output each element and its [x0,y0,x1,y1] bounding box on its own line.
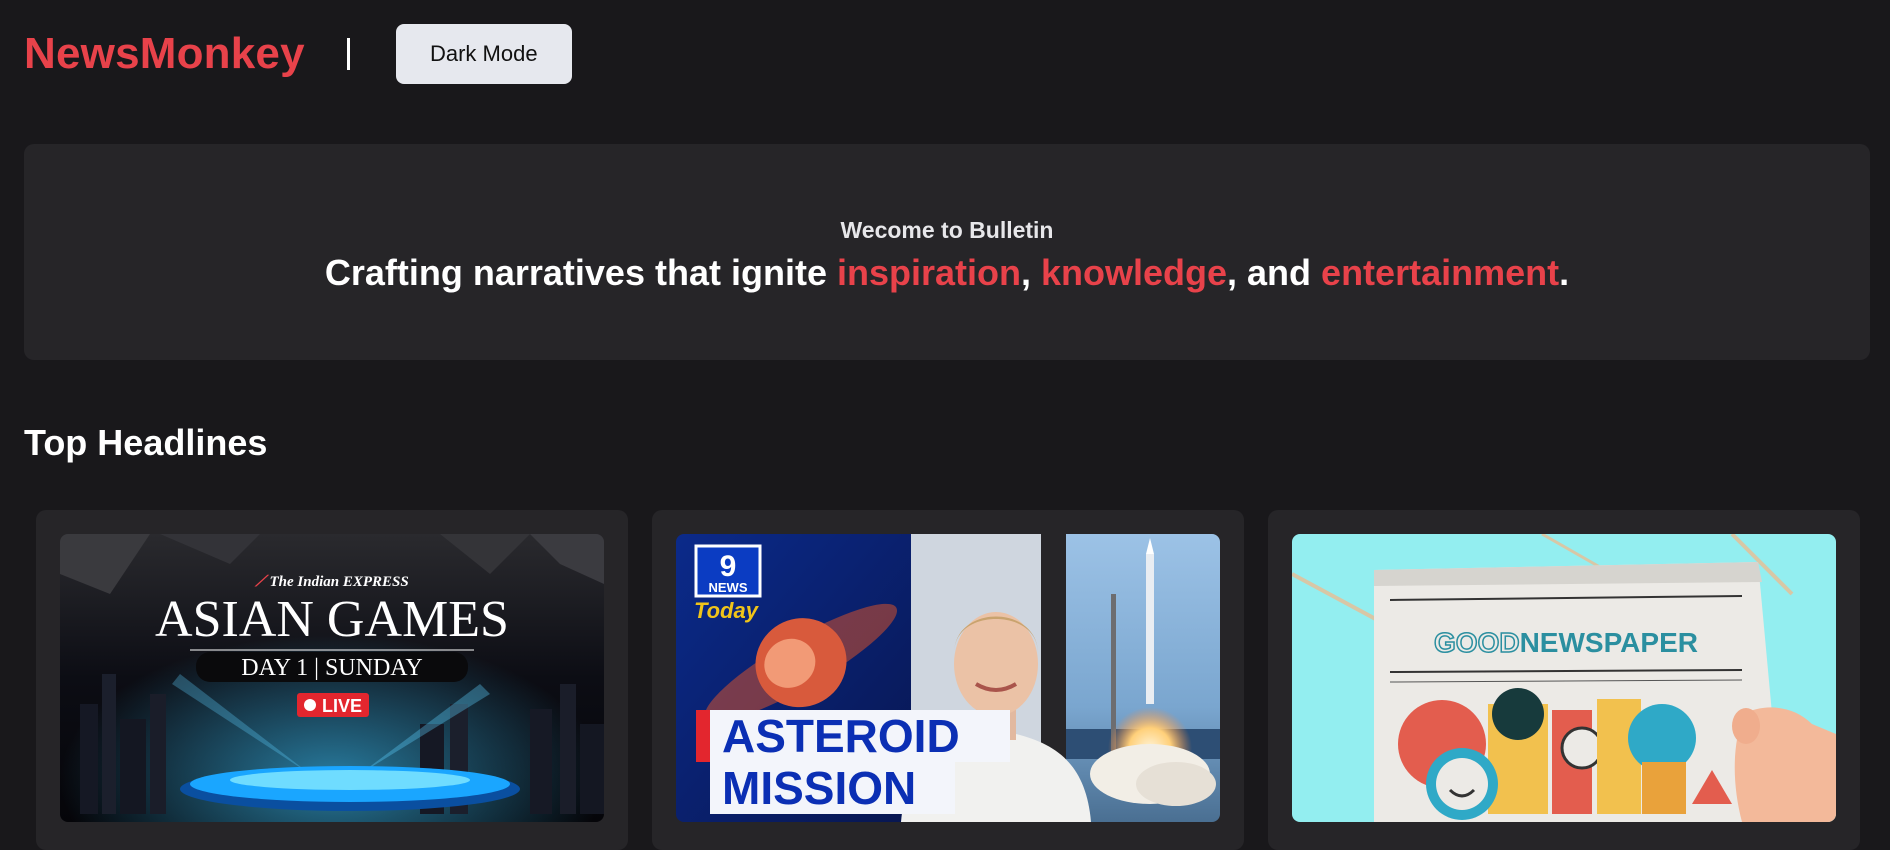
news-card[interactable]: 9 NEWS Today ASTEROID MISSION [652,510,1244,850]
masthead-good: GOOD [1434,627,1520,658]
news-card-image[interactable]: 9 NEWS Today ASTEROID MISSION [676,534,1220,822]
tagline-prefix: Crafting narratives that ignite [324,251,837,293]
news-card-image[interactable]: ⟋ The Indian EXPRESS ASIAN GAMES DAY 1 |… [60,534,604,822]
brand-logo[interactable]: NewsMonkey [24,29,305,79]
news-card[interactable]: GOODNEWSPAPER [1268,510,1860,850]
dark-mode-button[interactable]: Dark Mode [395,24,572,84]
tagline-inspiration: inspiration [836,251,1021,293]
asian-games-thumbnail: ⟋ The Indian EXPRESS ASIAN GAMES DAY 1 |… [60,534,604,822]
tagline: Crafting narratives that ignite inspirat… [325,252,1569,294]
asian-games-title: ASIAN GAMES [155,591,509,648]
tagline-separator-2: , and [1227,251,1322,293]
today-logo-text: Today [694,598,760,623]
tagline-suffix: . [1559,251,1570,293]
navbar-divider [346,38,350,70]
section-title: Top Headlines [24,422,268,463]
publisher-label: The Indian EXPRESS [270,574,409,590]
good-newspaper-thumbnail: GOODNEWSPAPER [1292,534,1836,822]
tagline-separator-1: , [1020,251,1041,293]
news-card-image[interactable]: GOODNEWSPAPER [1292,534,1836,822]
live-badge: LIVE [322,696,362,716]
tagline-entertainment: entertainment [1321,251,1560,293]
navbar: NewsMonkey Dark Mode [24,24,572,84]
nine-logo: 9 [720,550,737,583]
asteroid-mission-thumbnail: 9 NEWS Today ASTEROID MISSION [676,534,1220,822]
svg-text:GOODNEWSPAPER: GOODNEWSPAPER [1434,627,1698,658]
welcome-text: Wecome to Bulletin [840,216,1054,243]
day-label: DAY 1 | SUNDAY [241,655,423,681]
welcome-banner: Wecome to Bulletin Crafting narratives t… [24,144,1870,360]
news-card[interactable]: ⟋ The Indian EXPRESS ASIAN GAMES DAY 1 |… [36,510,628,850]
masthead-newspaper: NEWSPAPER [1520,627,1698,658]
asteroid-headline: ASTEROID [722,710,960,762]
svg-text:⟋ The Indian EXPRESS: ⟋ The Indian EXPRESS [254,574,408,590]
mission-headline: MISSION [722,762,916,814]
news-logo-text: NEWS [709,580,748,595]
tagline-knowledge: knowledge [1041,251,1228,293]
